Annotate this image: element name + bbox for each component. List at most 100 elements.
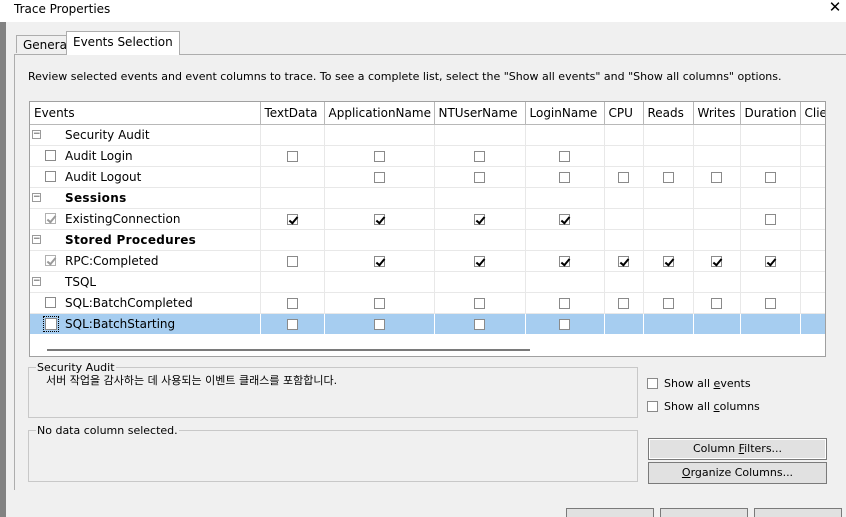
column-cell[interactable] bbox=[434, 145, 526, 167]
column-cell[interactable] bbox=[525, 166, 605, 188]
column-checkbox[interactable] bbox=[764, 171, 776, 183]
event-name-cell[interactable]: Audit Logout bbox=[30, 166, 261, 188]
event-name-cell[interactable]: ExistingConnection bbox=[30, 208, 261, 230]
column-cell[interactable] bbox=[740, 145, 801, 167]
column-checkbox[interactable] bbox=[373, 171, 385, 183]
column-cell[interactable] bbox=[604, 250, 644, 272]
column-cell[interactable] bbox=[643, 208, 694, 230]
column-cell[interactable] bbox=[434, 208, 526, 230]
events-grid[interactable]: Events TextData ApplicationName NTUserName L… bbox=[29, 101, 826, 357]
column-checkbox[interactable] bbox=[286, 318, 298, 330]
column-checkbox[interactable] bbox=[662, 255, 674, 267]
column-cell[interactable] bbox=[604, 208, 644, 230]
column-cell[interactable] bbox=[643, 145, 694, 167]
column-checkbox[interactable] bbox=[373, 150, 385, 162]
column-cell[interactable] bbox=[434, 292, 526, 314]
column-checkbox[interactable] bbox=[618, 255, 629, 267]
event-name-cell[interactable]: SQL:BatchStarting bbox=[30, 313, 261, 335]
column-checkbox[interactable] bbox=[474, 255, 485, 267]
column-checkbox[interactable] bbox=[474, 297, 485, 309]
column-checkbox[interactable] bbox=[474, 171, 485, 183]
organize-columns-button[interactable]: Organize Columns... bbox=[648, 462, 827, 484]
column-checkbox[interactable] bbox=[286, 213, 298, 225]
column-cell[interactable] bbox=[693, 145, 741, 167]
event-name-cell[interactable]: − Security Audit bbox=[30, 124, 261, 146]
show-all-columns-box[interactable] bbox=[647, 400, 658, 412]
column-checkbox[interactable] bbox=[618, 297, 629, 309]
collapse-icon[interactable]: − bbox=[32, 234, 41, 244]
column-cell[interactable] bbox=[740, 166, 801, 188]
column-checkbox[interactable] bbox=[764, 255, 776, 267]
column-cell[interactable] bbox=[324, 292, 435, 314]
category-row[interactable]: − Security Audit bbox=[30, 124, 825, 146]
column-cell[interactable] bbox=[260, 208, 325, 230]
show-all-columns-checkbox[interactable]: Show all columns bbox=[647, 398, 760, 414]
column-checkbox[interactable] bbox=[559, 150, 570, 162]
column-header[interactable]: Duration bbox=[740, 102, 801, 125]
event-name-cell[interactable]: Audit Login bbox=[30, 145, 261, 167]
column-cell[interactable] bbox=[800, 250, 825, 272]
column-checkbox[interactable] bbox=[474, 318, 485, 330]
column-checkbox[interactable] bbox=[373, 318, 385, 330]
column-checkbox[interactable] bbox=[764, 297, 776, 309]
tab-events-selection[interactable]: Events Selection bbox=[66, 31, 180, 55]
column-cell[interactable] bbox=[525, 208, 605, 230]
column-checkbox[interactable] bbox=[286, 150, 298, 162]
column-cell[interactable] bbox=[740, 292, 801, 314]
column-cell[interactable] bbox=[434, 166, 526, 188]
column-cell[interactable] bbox=[800, 166, 825, 188]
column-cell[interactable] bbox=[643, 313, 694, 335]
column-cell[interactable] bbox=[434, 250, 526, 272]
column-cell[interactable] bbox=[740, 250, 801, 272]
close-icon[interactable]: ✕ bbox=[826, 0, 844, 16]
column-cell[interactable] bbox=[643, 292, 694, 314]
column-cell[interactable] bbox=[800, 208, 825, 230]
column-cell[interactable] bbox=[525, 145, 605, 167]
column-cell[interactable] bbox=[643, 250, 694, 272]
column-checkbox[interactable] bbox=[373, 255, 385, 267]
column-cell[interactable] bbox=[434, 313, 526, 335]
column-header[interactable]: ApplicationName bbox=[324, 102, 435, 125]
scrollbar-thumb[interactable] bbox=[47, 349, 530, 351]
column-cell[interactable] bbox=[693, 208, 741, 230]
column-header[interactable]: NTUserName bbox=[434, 102, 526, 125]
column-cell[interactable] bbox=[525, 313, 605, 335]
dialog-button-1[interactable] bbox=[566, 508, 654, 517]
column-filters-button[interactable]: Column Filters... bbox=[648, 438, 827, 460]
column-cell[interactable] bbox=[643, 166, 694, 188]
column-header[interactable]: TextData bbox=[260, 102, 325, 125]
event-name-cell[interactable]: − Stored Procedures bbox=[30, 229, 261, 251]
column-cell[interactable] bbox=[800, 292, 825, 314]
column-cell[interactable] bbox=[324, 250, 435, 272]
column-checkbox[interactable] bbox=[286, 255, 298, 267]
column-checkbox[interactable] bbox=[559, 297, 570, 309]
column-cell[interactable] bbox=[324, 313, 435, 335]
category-row[interactable]: − Sessions bbox=[30, 187, 825, 209]
column-header[interactable]: CPU bbox=[604, 102, 644, 125]
column-checkbox[interactable] bbox=[474, 213, 485, 225]
column-checkbox[interactable] bbox=[559, 171, 570, 183]
collapse-icon[interactable]: − bbox=[32, 276, 41, 286]
event-row[interactable]: SQL:BatchStarting bbox=[30, 313, 825, 335]
event-checkbox[interactable] bbox=[45, 296, 56, 308]
event-name-cell[interactable]: RPC:Completed bbox=[30, 250, 261, 272]
column-cell[interactable] bbox=[604, 292, 644, 314]
column-checkbox[interactable] bbox=[559, 213, 570, 225]
column-cell[interactable] bbox=[604, 166, 644, 188]
event-row[interactable]: Audit Login bbox=[30, 145, 825, 167]
column-checkbox[interactable] bbox=[559, 255, 570, 267]
column-cell[interactable] bbox=[260, 166, 325, 188]
event-checkbox[interactable] bbox=[45, 149, 56, 161]
column-cell[interactable] bbox=[693, 292, 741, 314]
category-row[interactable]: − TSQL bbox=[30, 271, 825, 293]
event-checkbox[interactable] bbox=[45, 170, 56, 182]
event-row[interactable]: ExistingConnection bbox=[30, 208, 825, 230]
show-all-events-checkbox[interactable]: Show all events bbox=[647, 375, 751, 391]
event-row[interactable]: SQL:BatchCompleted bbox=[30, 292, 825, 314]
column-checkbox[interactable] bbox=[764, 213, 776, 225]
column-header[interactable]: Clie bbox=[800, 102, 825, 125]
column-header[interactable]: Events bbox=[30, 102, 261, 125]
column-checkbox[interactable] bbox=[618, 171, 629, 183]
column-cell[interactable] bbox=[604, 313, 644, 335]
column-checkbox[interactable] bbox=[662, 297, 674, 309]
